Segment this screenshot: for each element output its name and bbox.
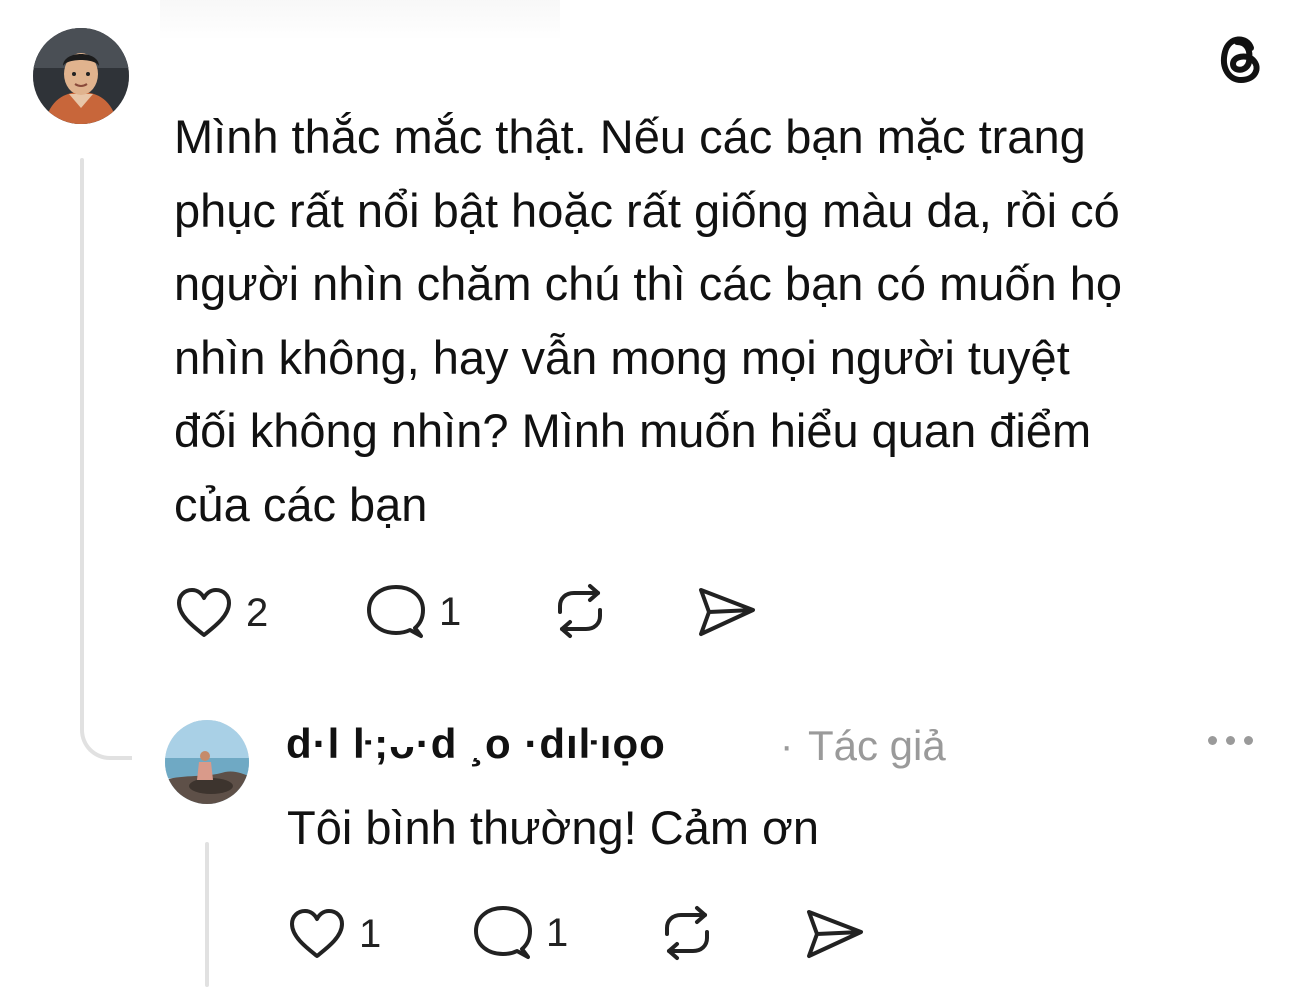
reply-like-button[interactable]: 1 xyxy=(287,906,381,962)
comment-button[interactable]: 1 xyxy=(365,582,461,642)
send-icon xyxy=(807,910,863,958)
reply-comment-count: 1 xyxy=(546,910,569,955)
comment-bubble-icon xyxy=(474,906,532,959)
post-body-text: Mình thắc mắc thật. Nếu các bạn mặc tran… xyxy=(174,110,1123,531)
heart-icon xyxy=(177,588,231,637)
thread-line xyxy=(80,158,84,718)
reply-comment-button[interactable]: 1 xyxy=(472,903,568,963)
comment-bubble-icon xyxy=(367,585,425,638)
send-icon xyxy=(699,588,755,636)
author-badge: Tác giả xyxy=(808,722,946,769)
thread-line-curve xyxy=(80,700,132,760)
repost-icon xyxy=(665,906,709,960)
share-button[interactable] xyxy=(695,584,757,640)
reply-body-text: Tôi bình thường! Cảm ơn xyxy=(287,801,820,854)
reply-thread-line xyxy=(205,842,209,987)
more-options-icon[interactable] xyxy=(1208,736,1253,745)
reply-author-avatar[interactable] xyxy=(165,720,249,804)
post-author-avatar[interactable] xyxy=(33,28,129,124)
like-button[interactable]: 2 xyxy=(174,585,268,641)
repost-icon xyxy=(558,584,602,638)
heart-icon xyxy=(290,909,344,958)
repost-button[interactable] xyxy=(548,582,612,640)
faded-header xyxy=(160,0,560,40)
reply-repost-button[interactable] xyxy=(655,904,719,962)
comment-count: 1 xyxy=(439,589,462,634)
reply-username[interactable]: d·l ŀ;ᴗ·d ¸o ·dıŀıọo xyxy=(286,720,666,768)
separator-dot: · xyxy=(780,724,794,768)
reply-like-count: 1 xyxy=(359,911,382,956)
reply-share-button[interactable] xyxy=(803,906,865,962)
threads-logo-icon[interactable] xyxy=(1207,24,1271,88)
like-count: 2 xyxy=(246,590,269,635)
